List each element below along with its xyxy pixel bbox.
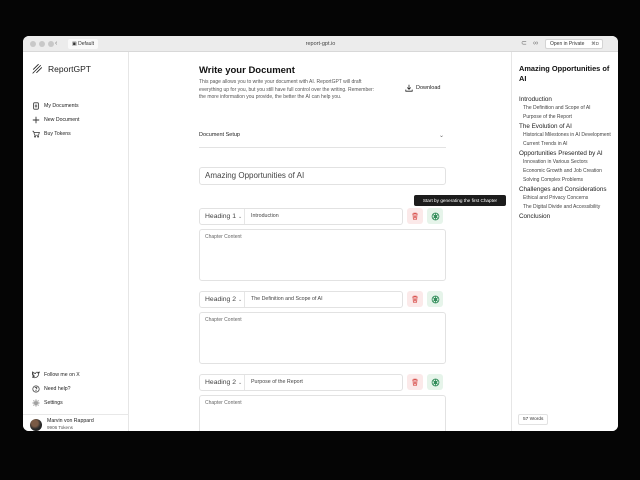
sidebar-divider: [23, 414, 129, 415]
nav-need-help[interactable]: Need help?: [32, 385, 71, 393]
heading-level-value: Heading 2: [205, 296, 236, 303]
ai-sparkle-icon: [431, 378, 439, 386]
trash-icon: [412, 295, 418, 303]
address-bar[interactable]: report-gpt.io: [23, 39, 618, 49]
user-tokens: 9906 Tokens: [47, 425, 73, 430]
outline-heading-item[interactable]: The Evolution of AI: [519, 123, 615, 131]
nav-my-documents-label: My Documents: [44, 103, 79, 109]
chevron-down-icon: ⌄: [438, 133, 444, 139]
main-content: Write your Document This page allows you…: [129, 52, 511, 431]
outline-subheading-item[interactable]: Historical Milestones in AI Development: [519, 132, 615, 139]
chapter-content-textarea[interactable]: Chapter Content: [199, 312, 446, 364]
browser-window: ‹ ▣ Default report-gpt.io ⊂ ∞ Open in Pr…: [23, 36, 618, 431]
divider: [244, 209, 245, 224]
document-icon: [32, 102, 40, 110]
gear-icon: [32, 399, 40, 407]
generate-chapter-button[interactable]: [427, 291, 443, 307]
nav-follow-x-label: Follow me on X: [44, 372, 80, 378]
divider: [244, 375, 245, 390]
outline-heading-item[interactable]: Opportunities Presented by AI: [519, 150, 615, 158]
intro-text: This page allows you to write your docum…: [199, 79, 375, 101]
ai-sparkle-icon: [431, 212, 439, 220]
heading-level-select[interactable]: Heading 1 ⌄: [205, 209, 242, 225]
outline-subheading-item[interactable]: Current Trends in AI: [519, 141, 615, 148]
delete-chapter-button[interactable]: [407, 374, 423, 390]
open-private-button[interactable]: Open in Private ⌘D: [545, 39, 603, 49]
chapter-heading-row: Heading 1 ⌄ Introduction: [199, 208, 403, 225]
nav-settings-label: Settings: [44, 400, 63, 406]
delete-chapter-button[interactable]: [407, 291, 423, 307]
chapter-content-textarea[interactable]: Chapter Content: [199, 229, 446, 281]
heading-level-select[interactable]: Heading 2 ⌄: [205, 292, 242, 308]
nav-settings[interactable]: Settings: [32, 399, 63, 407]
download-icon: [405, 84, 413, 92]
document-setup-label: Document Setup: [199, 132, 240, 138]
chapter-heading-row: Heading 2 ⌄ The Definition and Scope of A…: [199, 291, 403, 308]
nav-buy-tokens[interactable]: Buy Tokens: [32, 130, 71, 138]
outline-subheading-item[interactable]: Innovation in Various Sectors: [519, 159, 615, 166]
outline-subheading-item[interactable]: Economic Growth and Job Creation: [519, 168, 615, 175]
trash-icon: [412, 378, 418, 386]
chevron-down-icon: ⌄: [238, 380, 243, 386]
cart-icon: [32, 130, 40, 138]
generate-tooltip: Start by generating the first Chapter: [414, 195, 506, 206]
extension-icon[interactable]: ⊂: [521, 39, 527, 49]
chapter-content-textarea[interactable]: Chapter Content: [199, 395, 446, 431]
outline-panel: Amazing Opportunities of AI Introduction…: [511, 52, 618, 431]
outline-subheading-item[interactable]: Ethical and Privacy Concerns: [519, 195, 615, 202]
heading-level-value: Heading 2: [205, 379, 236, 386]
nav-buy-tokens-label: Buy Tokens: [44, 131, 71, 137]
outline-list: Introduction The Definition and Scope of …: [519, 96, 615, 222]
generate-chapter-button[interactable]: [427, 208, 443, 224]
nav-new-document-label: New Document: [44, 117, 80, 123]
heading-level-value: Heading 1: [205, 213, 236, 220]
browser-toolbar: ‹ ▣ Default report-gpt.io ⊂ ∞ Open in Pr…: [23, 36, 618, 52]
outline-subheading-item[interactable]: Purpose of the Report: [519, 114, 615, 121]
outline-heading-item[interactable]: Introduction: [519, 96, 615, 104]
chapter-heading-row: Heading 2 ⌄ Purpose of the Report: [199, 374, 403, 391]
open-private-label: Open in Private: [550, 41, 585, 47]
outline-title: Amazing Opportunities of AI: [519, 64, 610, 83]
user-profile[interactable]: Marvin von Rappard 9906 Tokens: [30, 418, 94, 431]
ai-sparkle-icon: [431, 295, 439, 303]
private-shortcut: ⌘D: [591, 41, 599, 46]
chevron-down-icon: ⌄: [238, 297, 243, 303]
generate-chapter-button[interactable]: [427, 374, 443, 390]
outline-subheading-item[interactable]: The Digital Divide and Accessibility: [519, 204, 615, 211]
nav-my-documents[interactable]: My Documents: [32, 102, 79, 110]
twitter-icon: [32, 371, 40, 379]
divider: [244, 292, 245, 307]
link-icon[interactable]: ∞: [533, 39, 538, 49]
nav-need-help-label: Need help?: [44, 386, 71, 392]
brand-name: ReportGPT: [48, 63, 91, 74]
trash-icon: [412, 212, 418, 220]
outline-subheading-item[interactable]: Solving Complex Problems: [519, 177, 615, 184]
brand[interactable]: ReportGPT: [31, 62, 91, 75]
logo-icon: [32, 63, 43, 74]
word-count-badge: 57 Words: [518, 414, 549, 425]
document-title-input[interactable]: Amazing Opportunities of AI: [199, 167, 446, 185]
chapter-name-input[interactable]: The Definition and Scope of AI: [251, 292, 323, 307]
user-name: Marvin von Rappard: [47, 418, 94, 424]
help-icon: [32, 385, 40, 393]
document-setup-toggle[interactable]: Document Setup ⌄: [199, 132, 446, 148]
page-title: Write your Document: [199, 65, 295, 76]
delete-chapter-button[interactable]: [407, 208, 423, 224]
heading-level-select[interactable]: Heading 2 ⌄: [205, 375, 242, 391]
chapter-name-input[interactable]: Purpose of the Report: [251, 375, 303, 390]
download-label: Download: [416, 85, 441, 91]
avatar: [30, 418, 42, 431]
download-button[interactable]: Download: [405, 84, 440, 92]
outline-heading-item[interactable]: Challenges and Considerations: [519, 186, 615, 194]
chevron-down-icon: ⌄: [238, 214, 243, 220]
outline-heading-item[interactable]: Conclusion: [519, 213, 615, 221]
nav-follow-x[interactable]: Follow me on X: [32, 371, 80, 379]
chapter-name-input[interactable]: Introduction: [251, 209, 279, 224]
plus-icon: [32, 116, 40, 124]
nav-new-document[interactable]: New Document: [32, 116, 79, 124]
outline-subheading-item[interactable]: The Definition and Scope of AI: [519, 105, 615, 112]
sidebar: ReportGPT My Documents New Document Buy …: [23, 52, 129, 431]
